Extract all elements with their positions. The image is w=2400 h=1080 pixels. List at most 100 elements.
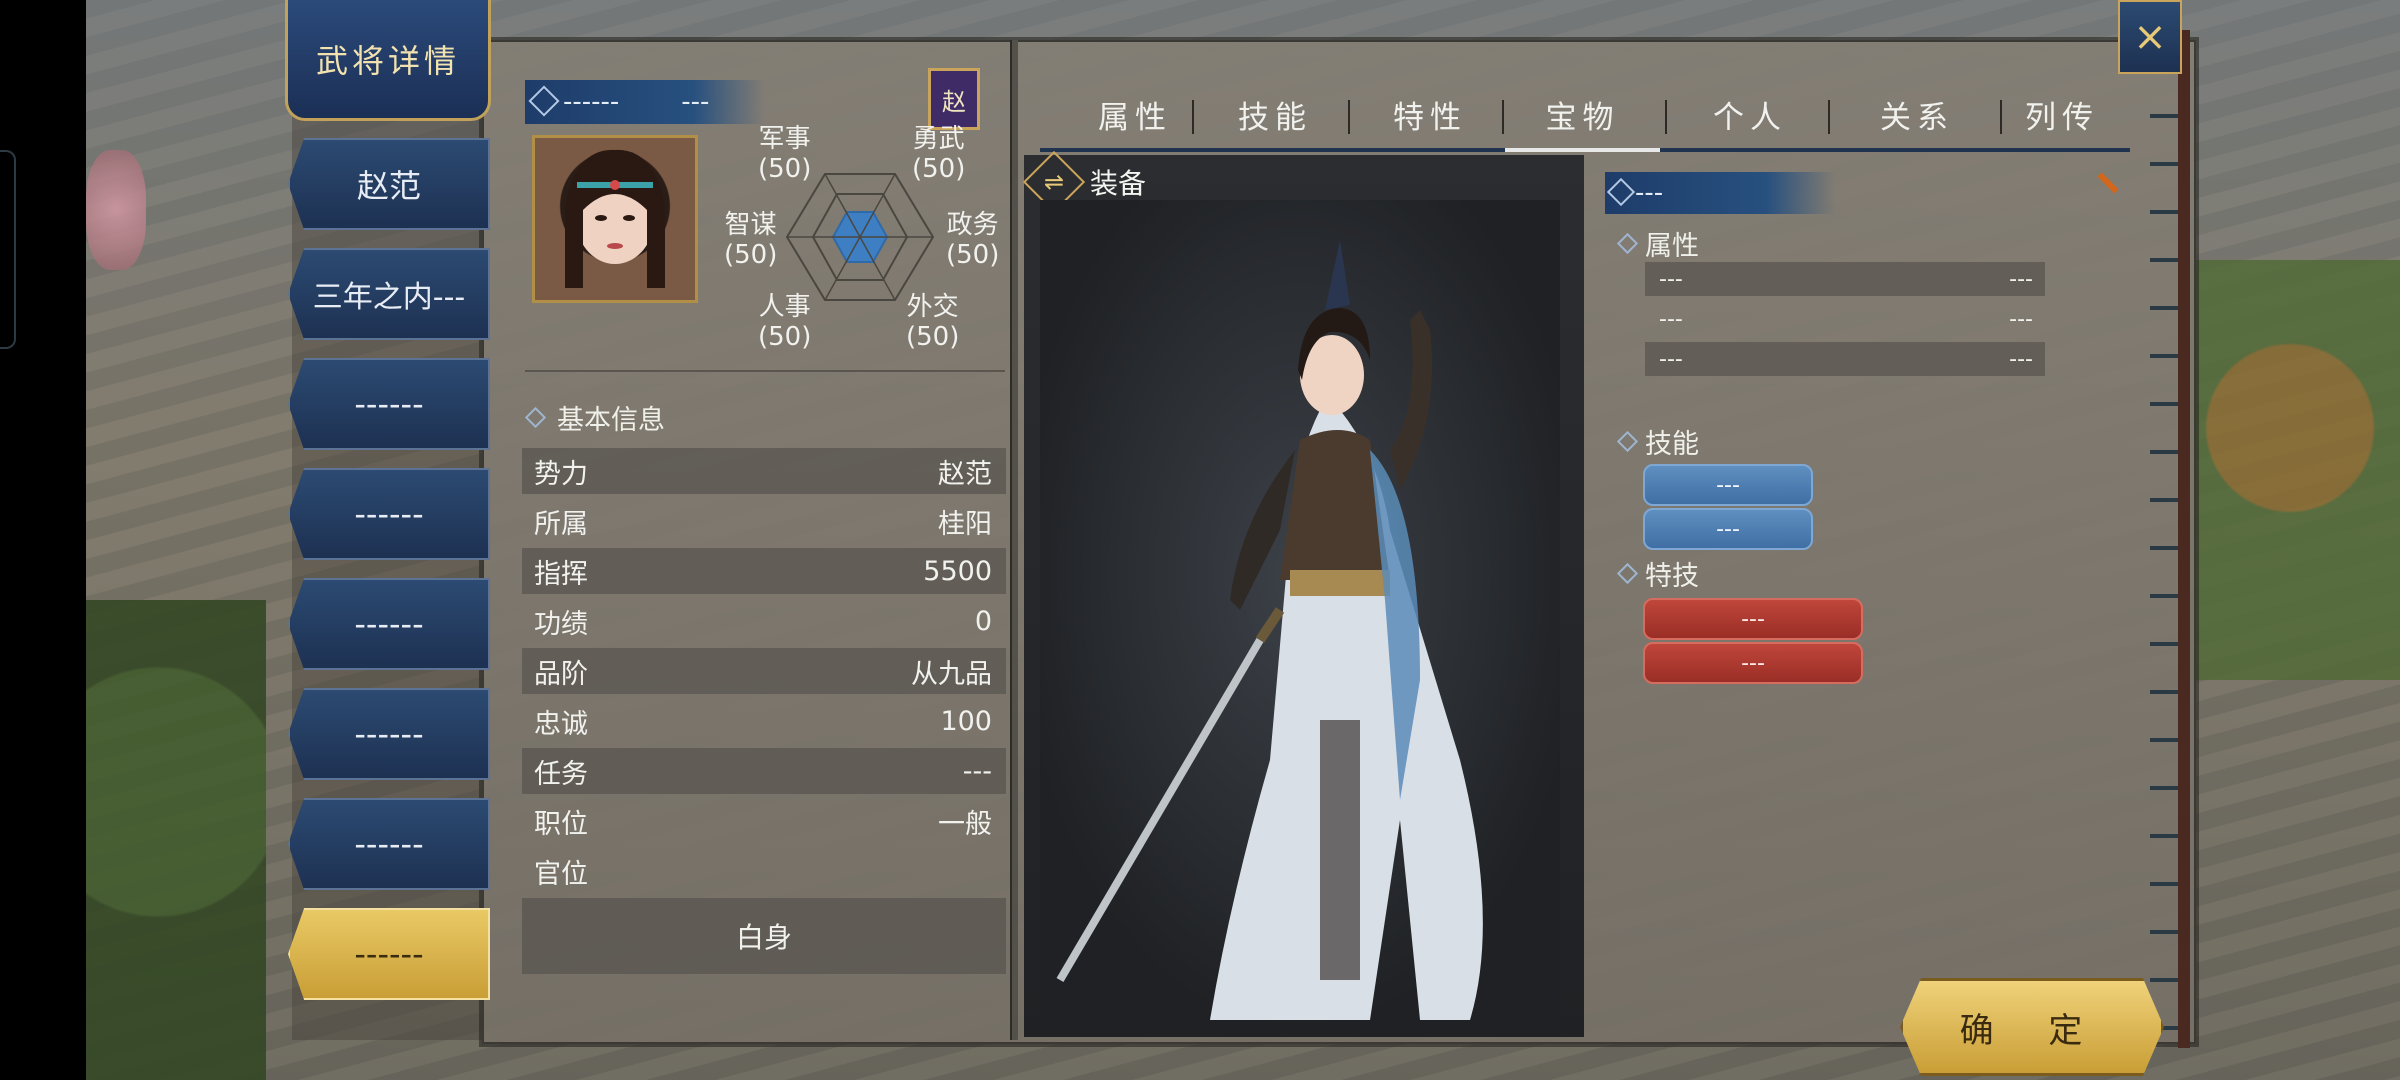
panel-divider bbox=[1010, 40, 1018, 1040]
info-row: 忠诚 100 bbox=[522, 698, 1006, 744]
info-row: 所属 桂阳 bbox=[522, 498, 1006, 544]
attribute-name: --- bbox=[1659, 346, 1683, 372]
info-row-label: 职位 bbox=[534, 808, 588, 840]
stat-intellect: 智谋 (50) bbox=[724, 210, 777, 270]
background-blossom bbox=[86, 150, 146, 270]
general-name-part1: ------ bbox=[563, 87, 620, 117]
special-skill-button[interactable]: --- bbox=[1643, 642, 1863, 684]
treasure-skills-heading: 技能 bbox=[1616, 422, 1699, 461]
info-row-value: 0 bbox=[974, 605, 992, 637]
special-skill-button[interactable]: --- bbox=[1643, 598, 1863, 640]
sidebar-item-1[interactable]: 三年之内--- bbox=[288, 248, 490, 340]
official-rank-box: 白身 bbox=[522, 898, 1006, 974]
info-row: 品阶 从九品 bbox=[522, 648, 1006, 694]
tab-separator bbox=[1192, 100, 1194, 134]
diamond-icon bbox=[528, 85, 560, 117]
info-row-value: 赵范 bbox=[938, 458, 992, 490]
treasure-name: --- bbox=[1635, 178, 1664, 208]
stat-valor-label: 勇武 bbox=[912, 124, 965, 154]
info-row: 任务 --- bbox=[522, 748, 1006, 794]
tab-skills[interactable]: 技能 bbox=[1195, 80, 1355, 148]
stat-politics-label: 政务 bbox=[946, 210, 999, 240]
confirm-button[interactable]: 确 定 bbox=[1900, 978, 2164, 1076]
sidebar-item-5[interactable]: ------ bbox=[288, 688, 490, 780]
equipment-title: 装备 bbox=[1090, 167, 1147, 200]
tab-relations[interactable]: 关系 bbox=[1832, 80, 2002, 148]
tab-personal[interactable]: 个人 bbox=[1670, 80, 1830, 148]
close-button[interactable]: × bbox=[2118, 0, 2182, 74]
info-row-value: 100 bbox=[940, 705, 992, 737]
info-row-value: 从九品 bbox=[911, 658, 992, 690]
info-row: 职位 一般 bbox=[522, 798, 1006, 844]
diamond-icon bbox=[1616, 562, 1639, 585]
system-edge-handle[interactable] bbox=[0, 150, 16, 349]
tab-traits[interactable]: 特性 bbox=[1350, 80, 1510, 148]
info-row-label: 忠诚 bbox=[534, 708, 588, 740]
tab-biography[interactable]: 列传 bbox=[2002, 80, 2122, 148]
basic-info-heading: 基本信息 bbox=[524, 398, 665, 437]
info-row-label: 功绩 bbox=[534, 608, 588, 640]
attribute-value: --- bbox=[2009, 346, 2033, 372]
info-row-label: 所属 bbox=[534, 508, 588, 540]
diamond-icon bbox=[1616, 430, 1639, 453]
info-row-label: 势力 bbox=[534, 458, 588, 490]
stat-politics: 政务 (50) bbox=[946, 210, 999, 270]
stat-intellect-value: (50) bbox=[724, 240, 778, 270]
stats-radar-chart bbox=[785, 173, 935, 301]
info-row: 官位 bbox=[522, 848, 1006, 894]
treasure-attribute-row: --- --- bbox=[1645, 302, 2045, 336]
treasure-skills-title: 技能 bbox=[1645, 429, 1699, 460]
page-title-banner: 武将详情 bbox=[285, 0, 491, 121]
treasure-specials-title: 特技 bbox=[1645, 561, 1699, 592]
stat-diplomacy-value: (50) bbox=[906, 322, 960, 352]
background-trees-right bbox=[2180, 260, 2400, 680]
info-row-label: 官位 bbox=[534, 858, 588, 890]
attribute-value: --- bbox=[2009, 306, 2033, 332]
tab-separator bbox=[1828, 100, 1830, 134]
decorative-scroll-rod bbox=[2178, 30, 2190, 1048]
treasure-attributes-heading: 属性 bbox=[1616, 224, 1699, 263]
basic-info-title: 基本信息 bbox=[557, 405, 665, 436]
diamond-icon bbox=[1606, 177, 1636, 207]
sidebar-item-2[interactable]: ------ bbox=[288, 358, 490, 450]
treasure-name-bar: --- bbox=[1605, 172, 1835, 214]
info-row-label: 品阶 bbox=[534, 658, 588, 690]
stat-politics-value: (50) bbox=[946, 240, 1000, 270]
info-row-value: 桂阳 bbox=[938, 508, 992, 540]
info-row-value: 一般 bbox=[938, 808, 992, 840]
official-rank-value: 白身 bbox=[735, 921, 792, 954]
page-title: 武将详情 bbox=[315, 42, 460, 80]
close-icon: × bbox=[2133, 14, 2167, 60]
background-trees bbox=[86, 600, 266, 1080]
skill-button[interactable]: --- bbox=[1643, 464, 1813, 506]
tab-treasures[interactable]: 宝物 bbox=[1505, 80, 1660, 152]
stat-military-label: 军事 bbox=[758, 124, 811, 154]
sidebar-item-4[interactable]: ------ bbox=[288, 578, 490, 670]
general-name-bar: ------ --- bbox=[525, 80, 765, 124]
treasure-specials-heading: 特技 bbox=[1616, 554, 1699, 593]
info-row-value: --- bbox=[962, 755, 992, 787]
treasure-attributes-title: 属性 bbox=[1645, 231, 1699, 262]
diamond-icon bbox=[524, 406, 547, 429]
stat-personnel-value: (50) bbox=[758, 322, 812, 352]
sidebar-item-7-active[interactable]: ------ bbox=[288, 908, 490, 1000]
separator-line bbox=[525, 370, 1005, 372]
general-full-body-art bbox=[1040, 200, 1560, 1030]
info-row: 功绩 0 bbox=[522, 598, 1006, 644]
sidebar-item-0[interactable]: 赵范 bbox=[288, 138, 490, 230]
general-portrait bbox=[532, 135, 698, 303]
tab-separator bbox=[1502, 100, 1504, 134]
tab-attributes[interactable]: 属性 bbox=[1060, 80, 1210, 148]
info-row-value: 5500 bbox=[923, 555, 992, 587]
info-row: 指挥 5500 bbox=[522, 548, 1006, 594]
sidebar-item-3[interactable]: ------ bbox=[288, 468, 490, 560]
skill-button[interactable]: --- bbox=[1643, 508, 1813, 550]
sidebar-item-6[interactable]: ------ bbox=[288, 798, 490, 890]
info-row-label: 指挥 bbox=[534, 558, 588, 590]
diamond-icon bbox=[1616, 232, 1639, 255]
treasure-attribute-row: --- --- bbox=[1645, 262, 2045, 296]
info-row: 势力 赵范 bbox=[522, 448, 1006, 494]
clan-badge: 赵 bbox=[928, 68, 980, 130]
equipment-header: ⇌ 装备 bbox=[1022, 150, 1147, 214]
info-row-label: 任务 bbox=[534, 758, 588, 790]
